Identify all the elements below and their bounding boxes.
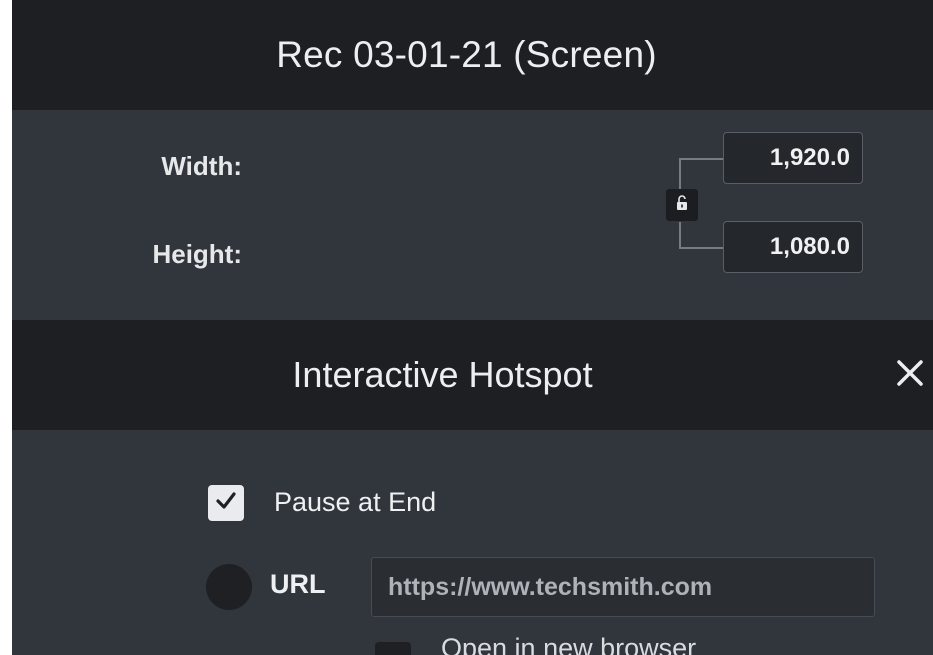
dimensions-section: Width: Height: 1,920.0 1,080.0: [12, 110, 933, 320]
media-title: Rec 03-01-21 (Screen): [276, 34, 657, 75]
hotspot-options: Pause at End URL https://www.techsmith.c…: [12, 430, 933, 655]
width-label: Width:: [161, 151, 242, 181]
url-radio[interactable]: [206, 564, 252, 610]
hotspot-title: Interactive Hotspot: [292, 354, 593, 395]
unlocked-padlock-icon: [676, 194, 688, 216]
aspect-lock-button[interactable]: [666, 189, 698, 221]
url-input[interactable]: https://www.techsmith.com: [371, 557, 875, 617]
width-input[interactable]: 1,920.0: [723, 132, 863, 184]
pause-at-end-checkbox[interactable]: [208, 485, 244, 521]
hotspot-header: Interactive Hotspot: [12, 320, 933, 430]
aspect-link-bracket-top: [679, 158, 723, 190]
url-label[interactable]: URL: [270, 569, 326, 600]
open-new-browser-checkbox[interactable]: [375, 642, 411, 655]
pause-at-end-label[interactable]: Pause at End: [274, 487, 436, 518]
height-label: Height:: [152, 239, 242, 269]
media-title-bar: Rec 03-01-21 (Screen): [12, 0, 933, 110]
aspect-link-bracket-bottom: [679, 222, 723, 249]
close-icon: [895, 358, 925, 393]
open-new-browser-label[interactable]: Open in new browser: [441, 633, 696, 655]
checkmark-icon: [214, 489, 238, 518]
height-input[interactable]: 1,080.0: [723, 221, 863, 273]
close-hotspot-button[interactable]: [887, 350, 933, 400]
properties-panel: Rec 03-01-21 (Screen) Width: Height: 1,9…: [12, 0, 933, 655]
